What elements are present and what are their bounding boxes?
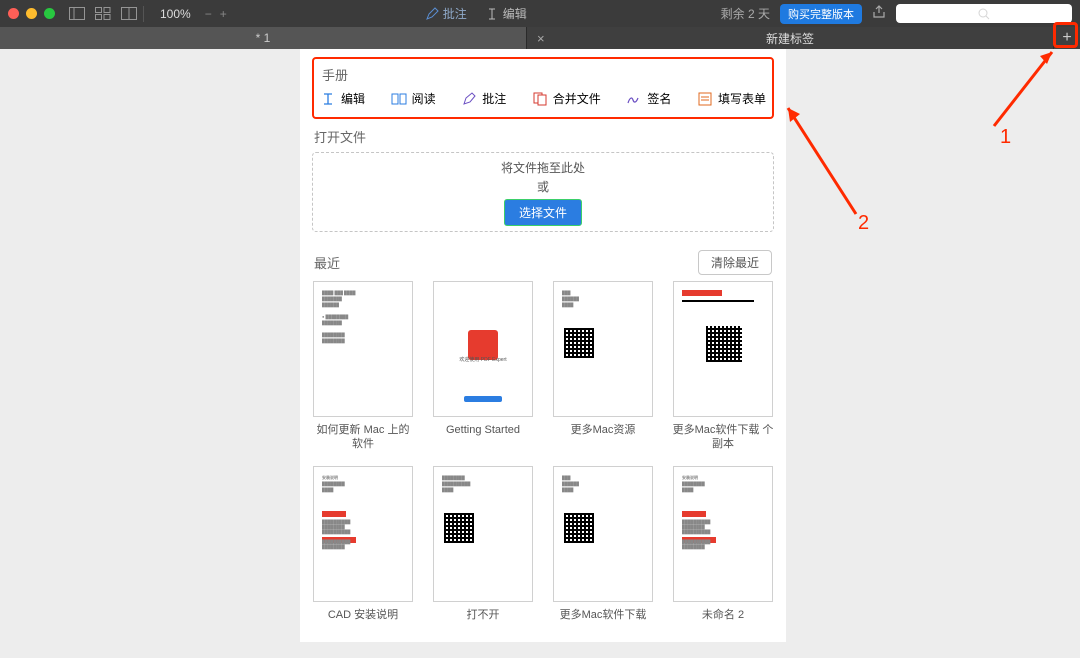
annotation-arrows xyxy=(0,0,1080,658)
annotation-label-2: 2 xyxy=(858,212,869,235)
annotation-label-1: 1 xyxy=(1000,126,1011,149)
